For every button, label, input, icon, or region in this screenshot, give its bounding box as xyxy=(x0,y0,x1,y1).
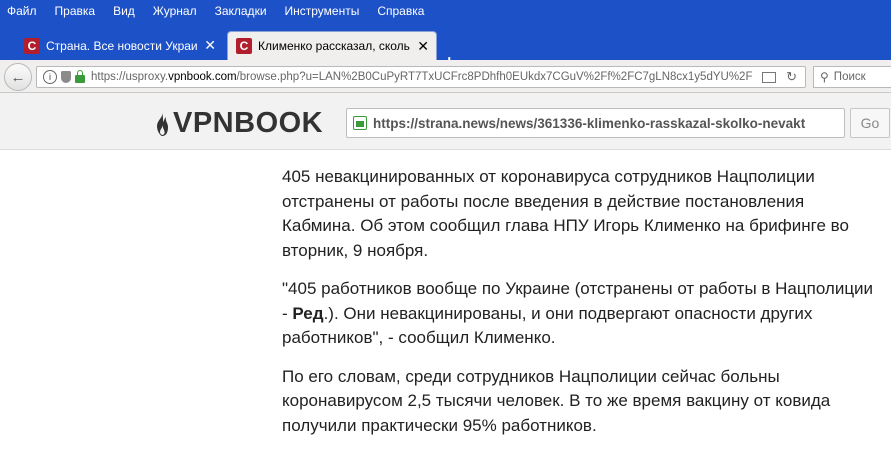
search-placeholder: Поиск xyxy=(833,71,866,83)
article-paragraph: По его словам, среди сотрудников Нацполи… xyxy=(282,366,831,435)
tab-strip: С Страна. Все новости Украи... ✕ С Климе… xyxy=(0,22,891,72)
menu-history[interactable]: Журнал xyxy=(153,4,197,18)
article-body: 405 невакцинированных от коронавируса со… xyxy=(282,165,882,452)
menu-file[interactable]: Файл xyxy=(7,4,37,18)
logo-text: VPNBOOK xyxy=(173,107,324,139)
strana-favicon-icon: С xyxy=(24,37,40,54)
menu-view[interactable]: Вид xyxy=(113,4,135,18)
strana-favicon-icon: С xyxy=(236,38,252,54)
proxy-url-input[interactable]: https://strana.news/news/361336-klimenko… xyxy=(346,108,845,138)
navigation-bar: ← i https://usproxy.vpnbook.com/browse.p… xyxy=(0,60,891,93)
lock-icon xyxy=(353,116,367,130)
search-box[interactable]: ⚲ Поиск xyxy=(813,66,891,88)
tab-title: Клименко рассказал, сколь... xyxy=(258,39,412,53)
search-icon: ⚲ xyxy=(820,70,829,84)
info-icon[interactable]: i xyxy=(43,70,57,84)
flame-icon xyxy=(157,111,168,136)
vpnbook-logo[interactable]: VPNBOOK xyxy=(153,107,323,140)
address-bar[interactable]: i https://usproxy.vpnbook.com/browse.php… xyxy=(36,66,806,88)
menu-tools[interactable]: Инструменты xyxy=(285,4,360,18)
article-paragraph: 405 невакцинированных от коронавируса со… xyxy=(282,167,849,260)
proxy-url-text[interactable]: https://strana.news/news/361336-klimenko… xyxy=(373,116,805,131)
tab-close-icon[interactable]: ✕ xyxy=(204,37,216,54)
menu-bar: Файл Правка Вид Журнал Закладки Инструме… xyxy=(0,0,891,22)
tab-title: Страна. Все новости Украи... xyxy=(46,38,199,53)
article-paragraph: "405 работников вообще по Украине (отстр… xyxy=(282,279,874,347)
address-text[interactable]: https://usproxy.vpnbook.com/browse.php?u… xyxy=(91,71,752,83)
reload-icon[interactable]: ↻ xyxy=(786,69,797,85)
tab-klimenko-article[interactable]: С Клименко рассказал, сколь... ✕ xyxy=(227,31,437,60)
tab-close-icon[interactable]: ✕ xyxy=(417,38,429,55)
shield-icon[interactable] xyxy=(61,71,71,83)
editor-note: Ред xyxy=(292,303,324,323)
back-arrow-icon: ← xyxy=(10,68,26,86)
menu-help[interactable]: Справка xyxy=(377,4,424,18)
menu-bookmarks[interactable]: Закладки xyxy=(215,4,267,18)
back-button[interactable]: ← xyxy=(4,63,32,91)
lock-icon[interactable] xyxy=(75,70,85,83)
menu-edit[interactable]: Правка xyxy=(55,4,96,18)
go-button[interactable]: Go xyxy=(850,108,890,138)
tab-strana-news[interactable]: С Страна. Все новости Украи... ✕ xyxy=(16,31,223,60)
reader-view-icon[interactable] xyxy=(762,71,777,83)
proxy-bar: VPNBOOK https://strana.news/news/361336-… xyxy=(0,93,891,150)
